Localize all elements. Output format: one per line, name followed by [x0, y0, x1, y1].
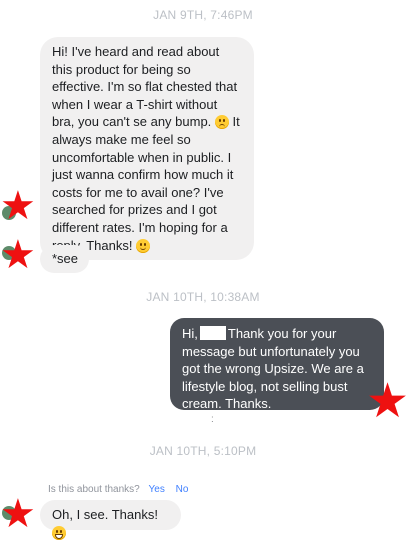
incoming-message-1[interactable]: Hi! I've heard and read about this produ… [40, 37, 254, 261]
message-text: It always make me feel so uncomfortable … [52, 114, 240, 253]
incoming-message-2[interactable]: *see [40, 245, 89, 273]
frowning-face-icon [214, 115, 229, 130]
grinning-face-icon [52, 525, 66, 540]
prompt-question: Is this about thanks? [48, 484, 140, 495]
outgoing-message-1[interactable]: Hi, Thank you for your message but unfort… [170, 318, 384, 411]
timestamp-1: JAN 9TH, 7:46PM [153, 8, 253, 22]
message-text: Hi, [182, 326, 198, 341]
red-star-icon: ★ [0, 491, 36, 537]
incoming-message-3[interactable]: Oh, I see. Thanks! [40, 500, 181, 540]
message-text: Oh, I see. Thanks! [52, 507, 158, 522]
no-link[interactable]: No [176, 484, 189, 495]
message-text: *see [52, 251, 79, 266]
timestamp-3: JAN 10TH, 5:10PM [149, 444, 257, 458]
suggestion-prompt: Is this about thanks? Yes No [48, 484, 188, 495]
smiling-face-icon [136, 238, 151, 253]
redacted-name [199, 326, 226, 340]
read-indicator: : [211, 414, 214, 425]
red-star-icon: ★ [0, 183, 36, 229]
message-text: Hi! I've heard and read about this produ… [52, 44, 238, 130]
red-star-icon: ★ [0, 232, 36, 278]
yes-link[interactable]: Yes [149, 484, 165, 495]
red-star-icon: ★ [366, 373, 406, 429]
timestamp-2: JAN 10TH, 10:38AM [146, 290, 260, 304]
